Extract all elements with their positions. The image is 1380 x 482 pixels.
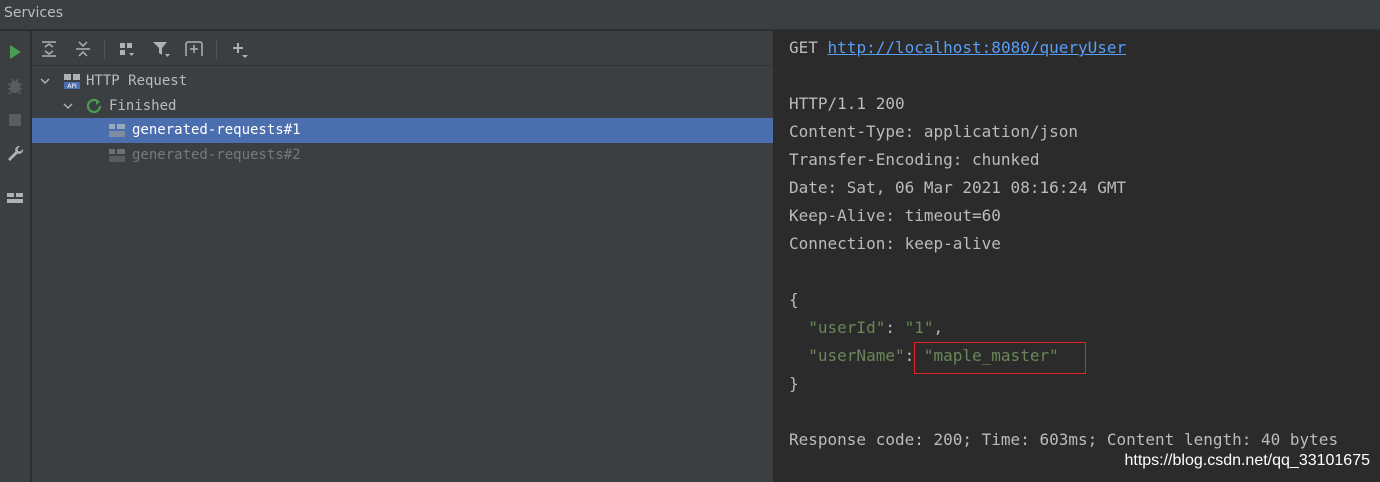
tree-node-label: Finished bbox=[109, 98, 177, 114]
filter-icon[interactable] bbox=[150, 38, 172, 60]
new-tab-icon[interactable] bbox=[183, 38, 205, 60]
layout-icon[interactable] bbox=[5, 188, 25, 208]
chevron-down-icon[interactable] bbox=[39, 75, 51, 87]
request-icon bbox=[109, 149, 125, 162]
toolbar-separator bbox=[216, 39, 217, 59]
group-by-icon[interactable] bbox=[116, 38, 138, 60]
request-line: GET http://localhost:8080/queryUser bbox=[789, 37, 1126, 59]
tree-item-request-1[interactable]: generated-requests#1 bbox=[32, 118, 773, 143]
window-title: Services bbox=[4, 5, 64, 21]
svg-text:API: API bbox=[67, 83, 77, 90]
request-icon bbox=[109, 124, 125, 137]
json-value: "1" bbox=[904, 318, 934, 337]
api-icon: API bbox=[64, 74, 80, 90]
response-console[interactable]: GET http://localhost:8080/queryUser HTTP… bbox=[773, 31, 1380, 482]
json-field-userid: "userId": "1", bbox=[808, 318, 944, 337]
services-toolbar bbox=[32, 31, 773, 66]
wrench-icon[interactable] bbox=[5, 144, 25, 164]
header-line: Date: Sat, 06 Mar 2021 08:16:24 GMT bbox=[789, 178, 1127, 197]
json-key: "userName" bbox=[808, 346, 905, 365]
status-line: HTTP/1.1 200 bbox=[789, 94, 905, 113]
collapse-all-icon[interactable] bbox=[72, 38, 94, 60]
left-action-strip bbox=[0, 31, 31, 482]
header-line: Content-Type: application/json bbox=[789, 122, 1078, 141]
request-url-link[interactable]: http://localhost:8080/queryUser bbox=[828, 38, 1127, 57]
tree-node-label: HTTP Request bbox=[86, 73, 188, 89]
json-close-brace: } bbox=[789, 374, 799, 393]
highlight-box bbox=[914, 342, 1086, 374]
header-line: Keep-Alive: timeout=60 bbox=[789, 206, 1001, 225]
header-line: Transfer-Encoding: chunked bbox=[789, 150, 1040, 169]
tool-window-title: Services bbox=[0, 0, 1380, 30]
json-open-brace: { bbox=[789, 290, 799, 309]
chevron-down-icon[interactable] bbox=[62, 100, 74, 112]
add-icon[interactable] bbox=[228, 38, 250, 60]
tree-item-request-2[interactable]: generated-requests#2 bbox=[32, 143, 773, 168]
tree-node-http-request[interactable]: API HTTP Request bbox=[32, 69, 773, 94]
toolbar-separator bbox=[104, 39, 105, 59]
header-line: Connection: keep-alive bbox=[789, 234, 1001, 253]
refresh-icon bbox=[86, 98, 102, 114]
tree-item-label: generated-requests#1 bbox=[132, 122, 301, 138]
json-comma: , bbox=[933, 318, 944, 337]
watermark-text: https://blog.csdn.net/qq_33101675 bbox=[1124, 452, 1370, 469]
tree-item-label: generated-requests#2 bbox=[132, 147, 301, 163]
json-key: "userId" bbox=[808, 318, 886, 337]
response-summary: Response code: 200; Time: 603ms; Content… bbox=[789, 430, 1339, 449]
run-icon[interactable] bbox=[5, 42, 25, 62]
stop-icon[interactable] bbox=[5, 110, 25, 130]
tree-node-finished[interactable]: Finished bbox=[32, 94, 773, 119]
debug-icon[interactable] bbox=[5, 76, 25, 96]
expand-all-icon[interactable] bbox=[38, 38, 60, 60]
request-method: GET bbox=[789, 38, 818, 57]
services-tree-panel: API HTTP Request Finished generated-requ… bbox=[32, 31, 773, 482]
